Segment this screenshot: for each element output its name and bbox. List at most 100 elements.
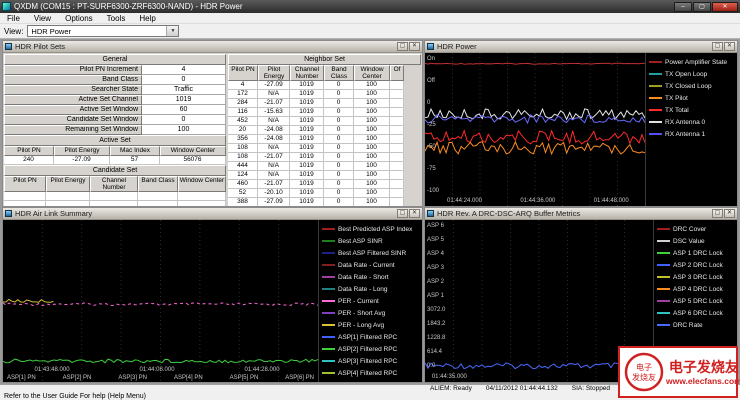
legend-label: ASP 6 DRC Lock <box>673 310 723 317</box>
table-cell <box>390 81 404 90</box>
view-selector[interactable]: HDR Power ▼ <box>27 25 179 37</box>
view-label: View: <box>4 27 23 36</box>
maximize-button[interactable]: ▢ <box>693 2 711 12</box>
close-button[interactable]: ✕ <box>712 2 738 12</box>
panel-maximize-button[interactable]: ▢ <box>397 42 408 51</box>
table-cell: 388 <box>228 198 258 206</box>
table-cell <box>390 126 404 135</box>
panel-close-button[interactable]: ✕ <box>724 209 735 218</box>
legend-label: TX Total <box>665 107 689 114</box>
candidate-set-table: Pilot PNPilot EnergyChannel NumberBand C… <box>4 176 226 206</box>
panel-titlebar[interactable]: HDR Rev. A DRC-DSC-ARQ Buffer Metrics ▢ … <box>425 208 737 220</box>
legend-label: DRC Rate <box>673 322 703 329</box>
asp-pn-label-row: ASP[1] PNASP[2] PNASP[3] PNASP[4] PNASP[… <box>7 375 314 381</box>
window-title: QXDM (COM15 : PT-SURF6300-ZRF6300-NAND) … <box>14 2 673 11</box>
panel-close-button[interactable]: ✕ <box>724 42 735 51</box>
table-row[interactable] <box>4 192 226 201</box>
air-link-legend: Best Predicted ASP IndexBest ASP SINRBes… <box>318 220 422 382</box>
air-link-chart: 01:43:48.00001:44:08.00001:44:28.000ASP[… <box>3 220 318 382</box>
table-cell: -24.08 <box>258 126 290 135</box>
legend-swatch <box>657 240 670 242</box>
column-header: Pilot Energy <box>54 146 110 156</box>
table-cell: 4 <box>228 81 258 90</box>
table-row[interactable]: 124N/A10190100 <box>228 171 421 180</box>
table-cell: 0 <box>324 81 354 90</box>
table-cell: -21.07 <box>258 99 290 108</box>
table-row[interactable]: 356-24.0810190100 <box>228 135 421 144</box>
asp-pn-label: ASP[6] PN <box>285 375 314 381</box>
legend-label: TX Open Loop <box>665 71 707 78</box>
table-row[interactable] <box>4 201 226 206</box>
table-cell <box>138 192 178 201</box>
legend-swatch <box>322 300 335 302</box>
panel-maximize-button[interactable]: ▢ <box>397 209 408 218</box>
property-value: 4 <box>142 65 226 75</box>
legend-item: PER - Current <box>322 295 420 307</box>
table-row[interactable]: 452N/A10190100 <box>228 117 421 126</box>
panel-close-button[interactable]: ✕ <box>409 42 420 51</box>
menu-item-help[interactable]: Help <box>132 13 162 24</box>
table-row[interactable]: 20-24.0810190100 <box>228 126 421 135</box>
table-row[interactable]: 284-21.0710190100 <box>228 99 421 108</box>
table-cell: 1019 <box>290 126 324 135</box>
table-row[interactable]: 4-27.0910190100 <box>228 81 421 90</box>
property-row: Active Set Channel1019 <box>4 95 226 105</box>
table-row[interactable]: 460-21.0710190100 <box>228 180 421 189</box>
table-cell: -21.07 <box>258 180 290 189</box>
table-row[interactable]: 240-27.095756076 <box>4 156 226 165</box>
panel-maximize-button[interactable]: ▢ <box>712 209 723 218</box>
panel-icon <box>427 210 434 217</box>
legend-label: DRC Cover <box>673 226 706 233</box>
table-row[interactable]: 116-15.6310190100 <box>228 108 421 117</box>
mdi-workspace: HDR Pilot Sets ▢ ✕ General Pilot PN Incr… <box>0 39 740 384</box>
panel-titlebar[interactable]: HDR Power ▢ ✕ <box>425 41 737 53</box>
menu-item-tools[interactable]: Tools <box>100 13 133 24</box>
property-value: 0 <box>142 115 226 125</box>
panel-titlebar[interactable]: HDR Pilot Sets ▢ ✕ <box>3 41 422 53</box>
legend-label: ASP[4] Filtered RPC <box>338 370 397 377</box>
window-titlebar[interactable]: QXDM (COM15 : PT-SURF6300-ZRF6300-NAND) … <box>0 0 740 13</box>
toolbar: View: HDR Power ▼ <box>0 24 740 39</box>
table-row[interactable]: 444N/A10190100 <box>228 162 421 171</box>
x-axis-label: 01:44:08.000 <box>140 367 175 373</box>
menubar: File View Options Tools Help <box>0 13 740 24</box>
y-axis-label: ASP 5 <box>427 237 444 243</box>
table-cell: 100 <box>354 90 390 99</box>
panel-titlebar[interactable]: HDR Air Link Summary ▢ ✕ <box>3 208 422 220</box>
table-cell: 1019 <box>290 189 324 198</box>
table-row[interactable]: 52-20.1010190100 <box>228 189 421 198</box>
legend-label: Data Rate - Long <box>338 286 388 293</box>
table-row[interactable]: 108-21.0710190100 <box>228 153 421 162</box>
column-header: Pilot PN <box>4 146 54 156</box>
table-cell: -27.09 <box>258 81 290 90</box>
neighbor-set-table: Pilot PNPilot EnergyChannel NumberBand C… <box>228 65 421 206</box>
panel-maximize-button[interactable]: ▢ <box>712 42 723 51</box>
menu-item-file[interactable]: File <box>0 13 27 24</box>
table-cell: 0 <box>324 180 354 189</box>
hdr-power-plot <box>425 53 645 206</box>
y-axis-label: 0 <box>427 100 430 106</box>
chevron-down-icon[interactable]: ▼ <box>166 26 178 36</box>
legend-item: ASP[4] Filtered RPC <box>322 367 420 379</box>
table-row[interactable]: 172N/A10190100 <box>228 90 421 99</box>
table-cell: -21.07 <box>258 153 290 162</box>
panel-title: HDR Rev. A DRC-DSC-ARQ Buffer Metrics <box>437 209 711 218</box>
panel-close-button[interactable]: ✕ <box>409 209 420 218</box>
air-link-plot <box>3 220 318 382</box>
legend-swatch <box>649 109 662 111</box>
legend-label: Best Predicted ASP Index <box>338 226 412 233</box>
legend-label: Data Rate - Short <box>338 274 389 281</box>
table-cell <box>390 171 404 180</box>
table-row[interactable]: 108N/A10190100 <box>228 144 421 153</box>
table-row[interactable]: 388-27.0910190100 <box>228 198 421 206</box>
legend-label: TX Closed Loop <box>665 83 712 90</box>
air-link-chart-body: 01:43:48.00001:44:08.00001:44:28.000ASP[… <box>3 220 422 382</box>
table-cell: 452 <box>228 117 258 126</box>
table-cell: 1019 <box>290 162 324 171</box>
minimize-button[interactable]: – <box>674 2 692 12</box>
legend-label: TX Pilot <box>665 95 688 102</box>
y-axis-label: -75 <box>427 166 436 172</box>
table-cell: -27.09 <box>54 156 110 165</box>
menu-item-options[interactable]: Options <box>58 13 100 24</box>
menu-item-view[interactable]: View <box>27 13 58 24</box>
